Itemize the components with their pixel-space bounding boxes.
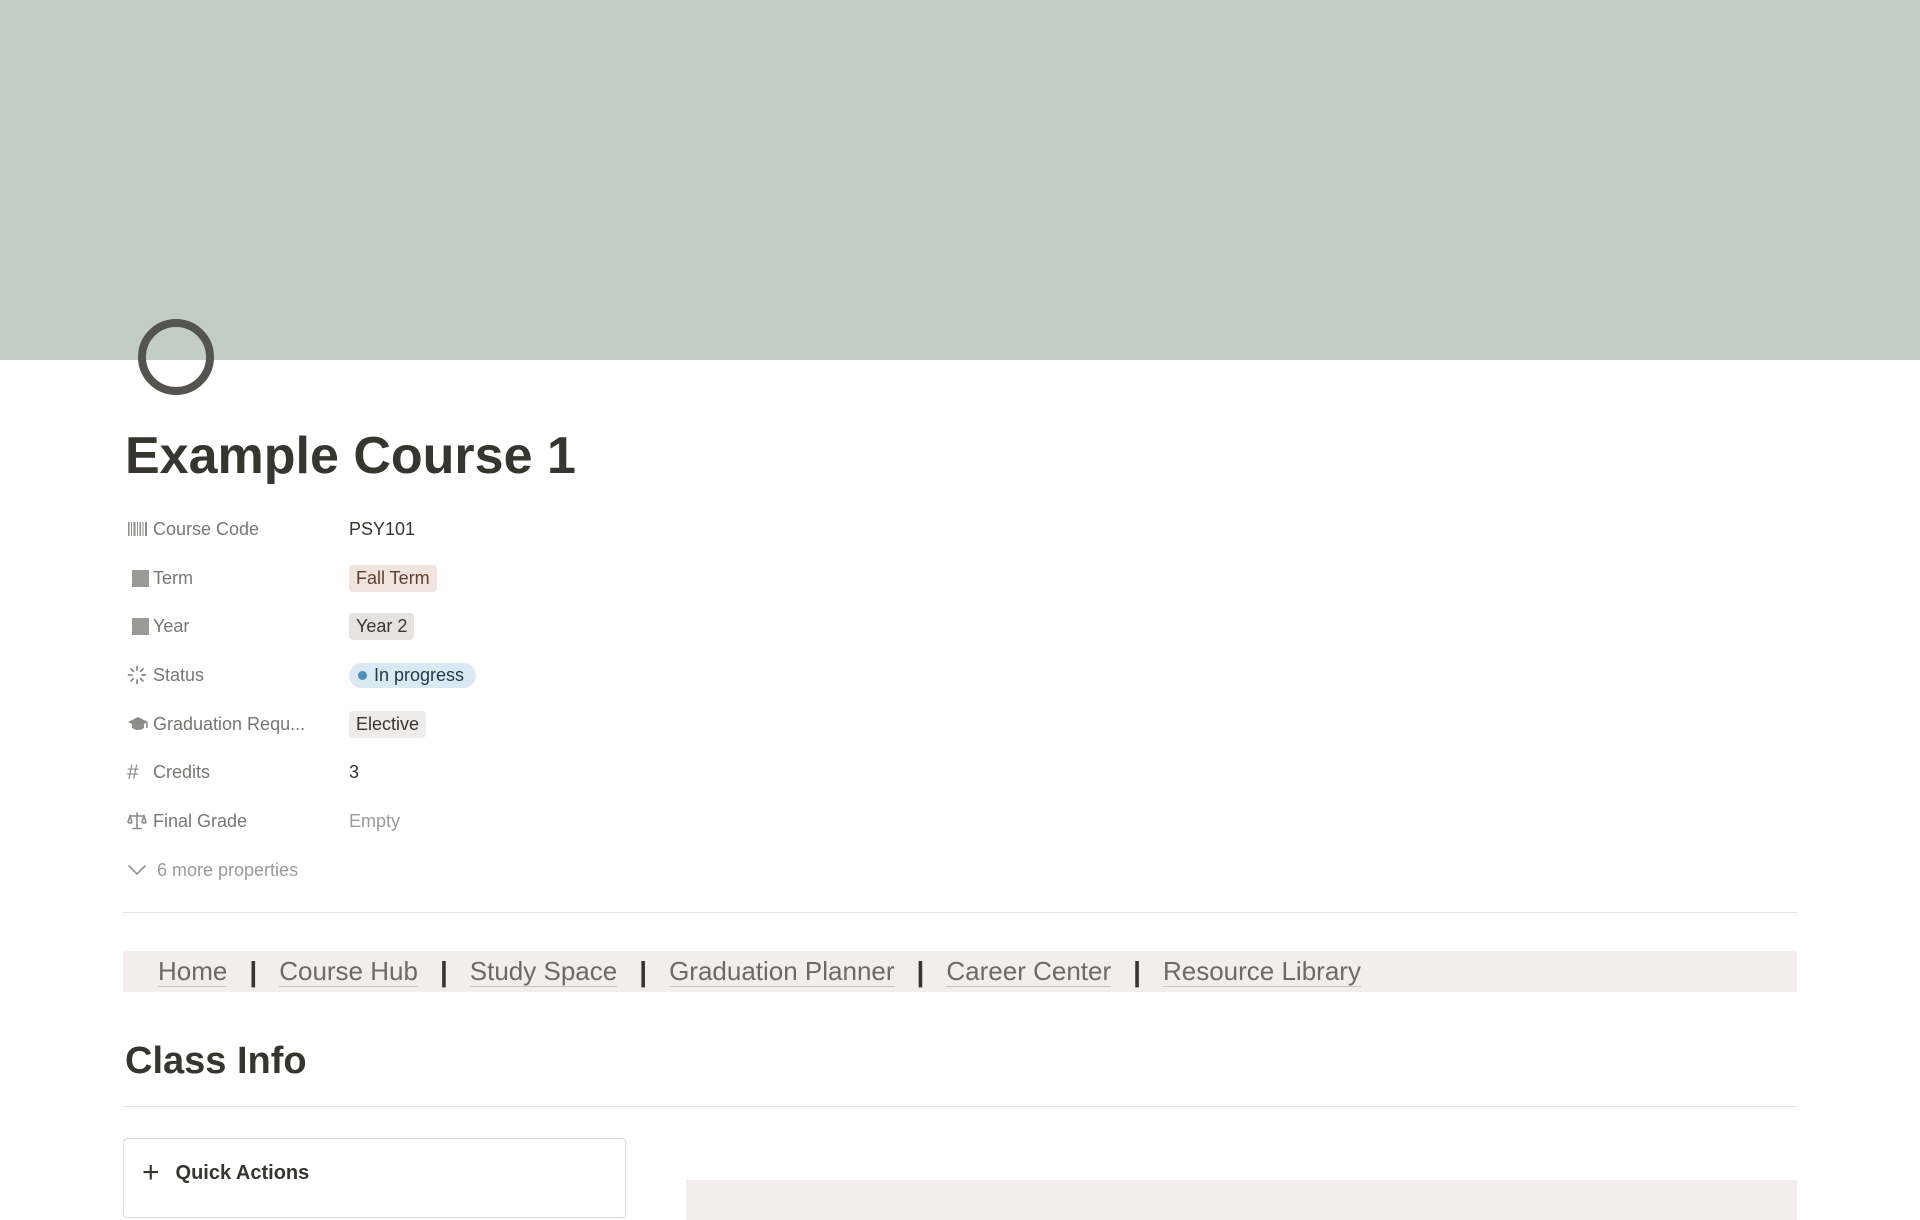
- nav-home[interactable]: Home: [158, 956, 228, 987]
- property-course-code[interactable]: Course Code PSY101: [127, 505, 727, 554]
- nav-study-space[interactable]: Study Space: [469, 956, 618, 987]
- page-cover: [0, 0, 1920, 360]
- property-label: Year: [127, 616, 349, 638]
- final-grade-value[interactable]: Empty: [349, 811, 400, 832]
- page-title[interactable]: Example Course 1: [125, 424, 576, 488]
- nav-course-hub[interactable]: Course Hub: [279, 956, 418, 987]
- class-info-heading[interactable]: Class Info: [125, 1036, 307, 1086]
- credits-value[interactable]: 3: [349, 762, 359, 783]
- property-final-grade[interactable]: Final Grade Empty: [127, 797, 727, 846]
- section-divider: [123, 1106, 1797, 1107]
- status-badge[interactable]: In progress: [349, 662, 477, 688]
- property-label: Term: [127, 567, 349, 589]
- property-graduation-requirement[interactable]: Graduation Requ... Elective: [127, 700, 727, 749]
- property-list: Course Code PSY101 Term Fall Term Year Y…: [127, 505, 727, 895]
- property-label: Status: [127, 664, 349, 686]
- select-icon: [127, 616, 153, 638]
- status-icon: [127, 664, 153, 686]
- circle-icon[interactable]: [138, 319, 214, 395]
- nav-graduation-planner[interactable]: Graduation Planner: [669, 956, 895, 987]
- nav-separator: |: [249, 955, 258, 987]
- select-icon: [127, 567, 153, 589]
- property-year[interactable]: Year Year 2: [127, 602, 727, 651]
- year-tag[interactable]: Year 2: [349, 613, 415, 641]
- chevron-down-icon: [127, 864, 157, 876]
- property-label: Course Code: [127, 518, 349, 540]
- property-label: Final Grade: [127, 810, 349, 832]
- barcode-icon: [127, 518, 153, 540]
- property-label: # Credits: [127, 760, 211, 784]
- property-credits[interactable]: # Credits 3: [127, 748, 727, 797]
- navigation-bar: Home | Course Hub | Study Space | Gradua…: [123, 951, 1797, 992]
- term-tag[interactable]: Fall Term: [349, 564, 437, 592]
- quick-actions-toggle[interactable]: + Quick Actions: [123, 1138, 626, 1218]
- nav-resource-library[interactable]: Resource Library: [1162, 956, 1361, 987]
- nav-separator: |: [916, 955, 925, 987]
- property-label: Graduation Requ...: [127, 713, 349, 735]
- more-properties-toggle[interactable]: 6 more properties: [127, 846, 727, 895]
- course-code-value[interactable]: PSY101: [349, 519, 415, 540]
- hash-icon: #: [127, 760, 139, 784]
- plus-icon: +: [142, 1156, 160, 1189]
- scale-icon: [127, 810, 153, 832]
- graduation-cap-icon: [127, 713, 153, 735]
- status-dot: [358, 670, 367, 680]
- properties-divider: [123, 912, 1797, 913]
- property-status[interactable]: Status In progress: [127, 651, 727, 700]
- quick-actions-label: Quick Actions: [175, 1162, 310, 1184]
- nav-separator: |: [439, 955, 448, 987]
- nav-separator: |: [639, 955, 648, 987]
- graduation-requirement-tag[interactable]: Elective: [349, 710, 427, 738]
- nav-separator: |: [1133, 955, 1141, 987]
- property-term[interactable]: Term Fall Term: [127, 554, 727, 603]
- nav-career-center[interactable]: Career Center: [946, 956, 1112, 987]
- content-block: [686, 1180, 1797, 1220]
